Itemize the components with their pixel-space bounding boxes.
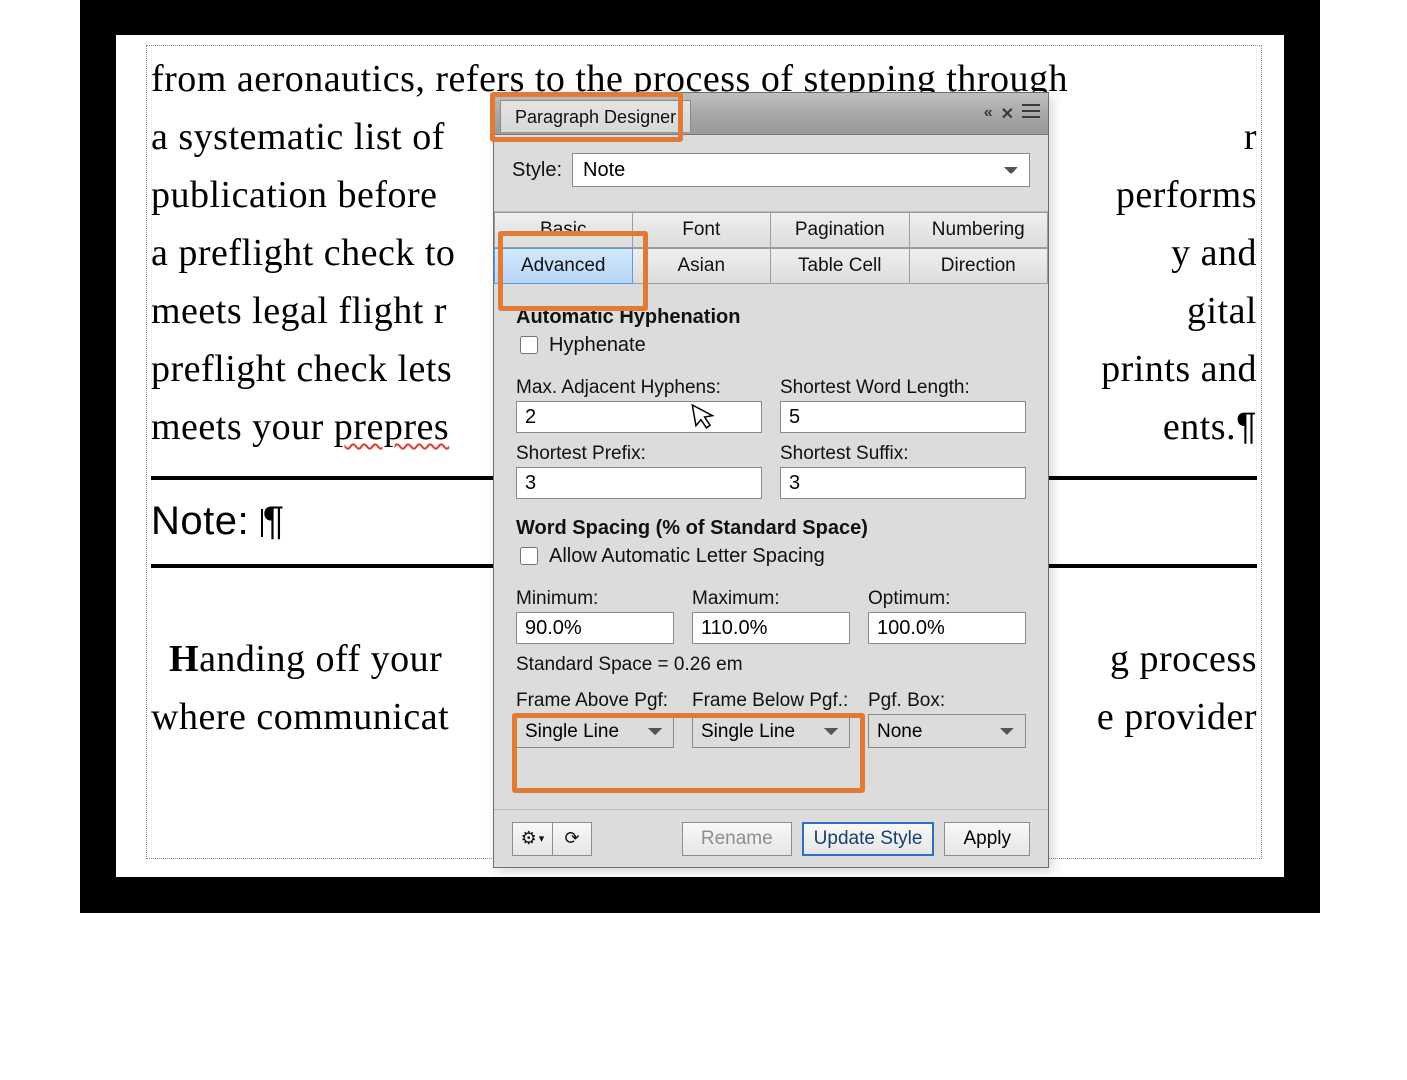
pgf-box-dropdown[interactable]: None [868, 714, 1026, 748]
rename-button[interactable]: Rename [682, 822, 792, 856]
gear-icon: ⚙ [521, 828, 537, 849]
allow-letter-spacing-label: Allow Automatic Letter Spacing [549, 545, 825, 568]
optimum-label: Optimum: [868, 588, 1026, 610]
style-label: Style: [512, 159, 562, 182]
shortest-prefix-label: Shortest Prefix: [516, 443, 762, 465]
optimum-input[interactable] [868, 612, 1026, 644]
panel-titlebar[interactable]: Paragraph Designer « ✕ [494, 93, 1048, 135]
frame-below-dropdown[interactable]: Single Line [692, 714, 850, 748]
collapse-icon[interactable]: « [984, 104, 993, 124]
apply-button[interactable]: Apply [944, 822, 1030, 856]
paragraph-designer-panel: Paragraph Designer « ✕ Style: Note Basic… [493, 92, 1049, 868]
shortest-suffix-input[interactable] [780, 467, 1026, 499]
chevron-down-icon: ▾ [539, 832, 545, 845]
hyphenation-section-title: Automatic Hyphenation [516, 306, 1026, 329]
pilcrow-icon: ¶ [1236, 406, 1257, 448]
max-adj-hyphens-label: Max. Adjacent Hyphens: [516, 377, 762, 399]
shortest-word-label: Shortest Word Length: [780, 377, 1026, 399]
refresh-icon: ⟳ [564, 828, 579, 849]
max-adj-hyphens-input[interactable] [516, 401, 762, 433]
tab-direction[interactable]: Direction [910, 248, 1049, 284]
shortest-word-input[interactable] [780, 401, 1026, 433]
panel-footer: ⚙▾ ⟳ Rename Update Style Apply [494, 809, 1048, 867]
pgf-box-label: Pgf. Box: [868, 690, 1026, 712]
panel-title-tab[interactable]: Paragraph Designer [500, 100, 691, 132]
update-style-button[interactable]: Update Style [802, 822, 935, 856]
panel-menu-icon[interactable] [1022, 104, 1040, 118]
tab-asian[interactable]: Asian [633, 248, 772, 284]
refresh-button[interactable]: ⟳ [552, 822, 592, 856]
tab-font[interactable]: Font [633, 212, 772, 248]
frame-above-dropdown[interactable]: Single Line [516, 714, 674, 748]
tab-tablecell[interactable]: Table Cell [771, 248, 910, 284]
shortest-suffix-label: Shortest Suffix: [780, 443, 1026, 465]
screenshot-frame: from aeronautics, refers to the process … [80, 0, 1320, 913]
tab-basic[interactable]: Basic [494, 212, 633, 248]
frame-above-label: Frame Above Pgf: [516, 690, 674, 712]
frame-below-label: Frame Below Pgf.: [692, 690, 850, 712]
style-dropdown[interactable]: Note [572, 153, 1030, 187]
tab-advanced[interactable]: Advanced [494, 248, 633, 284]
tab-row-1: Basic Font Pagination Numbering [494, 212, 1048, 248]
spellcheck-squiggle: prepres [334, 406, 449, 448]
minimum-label: Minimum: [516, 588, 674, 610]
shortest-prefix-input[interactable] [516, 467, 762, 499]
maximum-input[interactable] [692, 612, 850, 644]
hyphenate-checkbox[interactable] [520, 336, 538, 354]
wordspacing-section-title: Word Spacing (% of Standard Space) [516, 517, 1026, 540]
tab-row-2: Advanced Asian Table Cell Direction [494, 248, 1048, 284]
close-icon[interactable]: ✕ [1001, 104, 1014, 124]
gear-menu-button[interactable]: ⚙▾ [512, 822, 552, 856]
maximum-label: Maximum: [692, 588, 850, 610]
standard-space-text: Standard Space = 0.26 em [516, 654, 1026, 676]
tab-pagination[interactable]: Pagination [771, 212, 910, 248]
allow-letter-spacing-checkbox[interactable] [520, 547, 538, 565]
hyphenate-label: Hyphenate [549, 334, 646, 357]
pilcrow-icon: ¶ [263, 499, 285, 543]
tab-numbering[interactable]: Numbering [910, 212, 1049, 248]
minimum-input[interactable] [516, 612, 674, 644]
